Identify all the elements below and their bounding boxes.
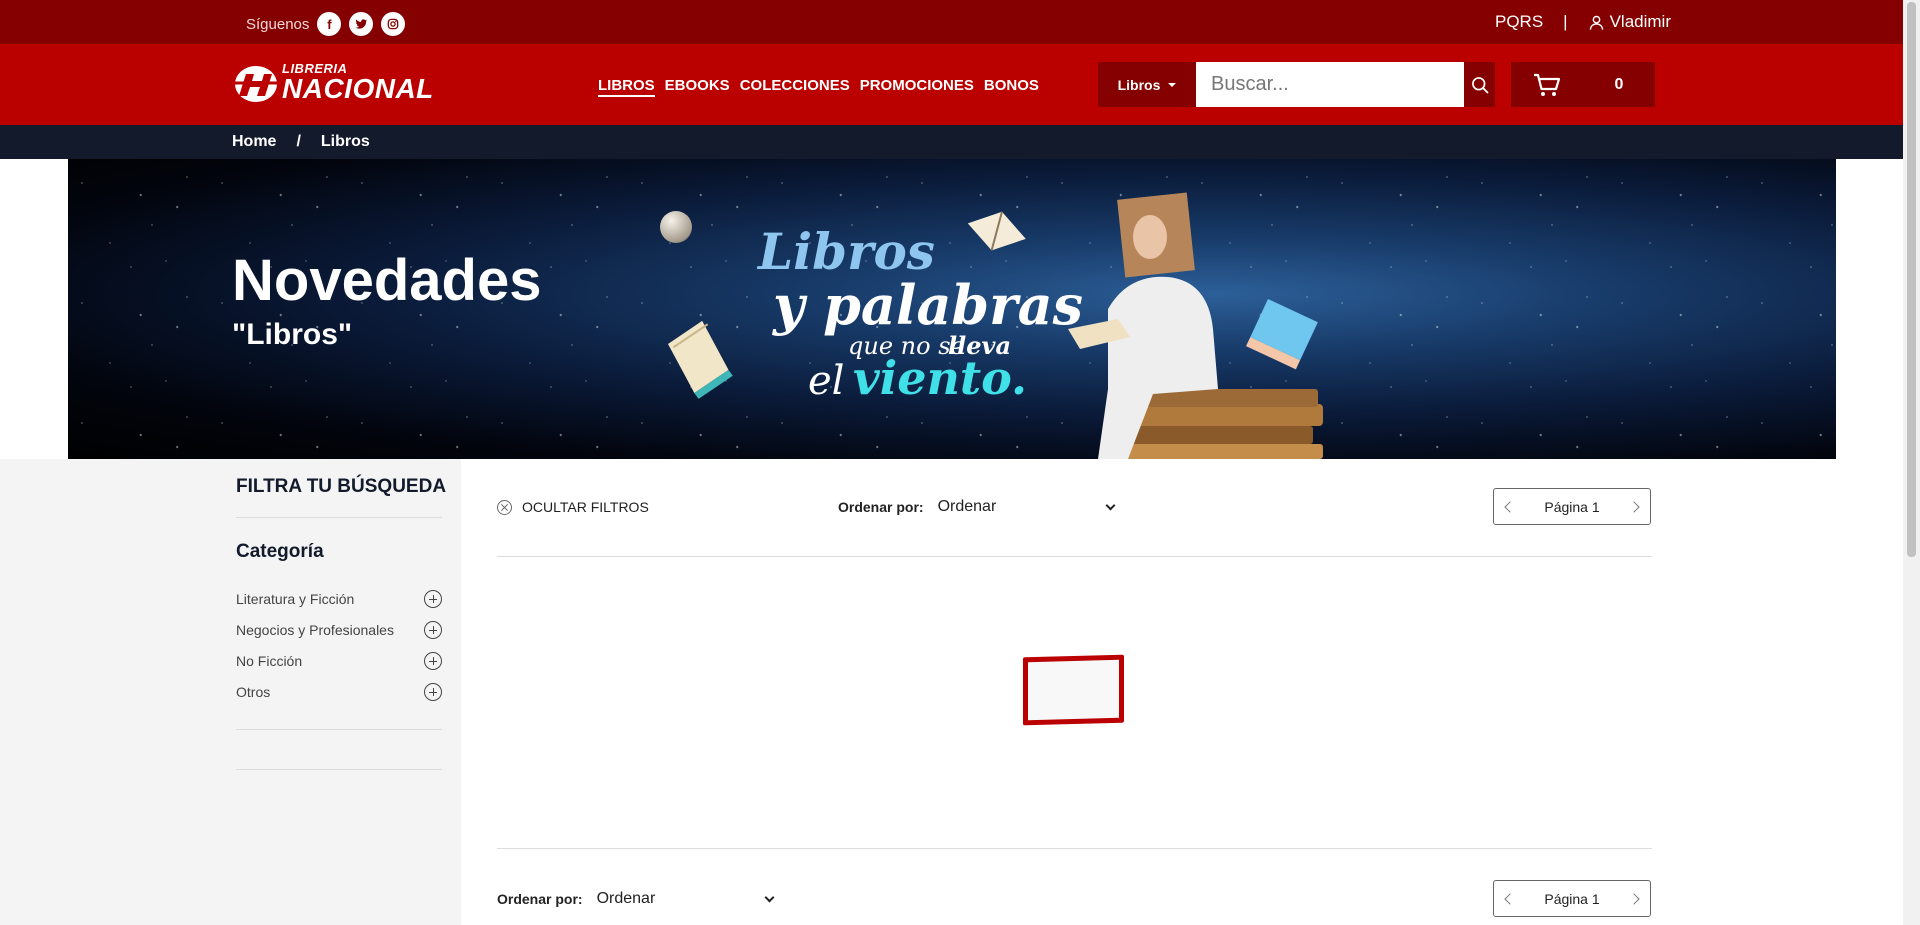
search-input[interactable] — [1196, 62, 1464, 107]
next-page-icon[interactable] — [1628, 500, 1640, 513]
pagination: Página 1 — [1493, 488, 1651, 525]
search-category-dropdown[interactable]: Libros — [1098, 62, 1196, 107]
category-label: Literatura y Ficción — [236, 591, 355, 607]
breadcrumb-current: Libros — [320, 133, 370, 150]
divider — [497, 556, 1652, 557]
page-label: Página 1 — [1544, 890, 1600, 907]
sort-control: Ordenar por: Ordenar — [838, 498, 1118, 516]
user-icon — [1589, 15, 1603, 30]
chevron-down-icon — [1105, 500, 1116, 510]
divider — [236, 769, 442, 770]
breadcrumb: Home / Libros — [0, 125, 1903, 159]
category-item[interactable]: No Ficción — [236, 652, 442, 670]
sort-label: Ordenar por: — [838, 499, 924, 515]
banner-title: Novedades — [232, 248, 542, 313]
search-icon — [1471, 76, 1488, 93]
hide-filters-button[interactable]: OCULTAR FILTROS — [497, 499, 649, 515]
category-title: Categoría — [236, 541, 324, 562]
flying-book-illustration — [668, 320, 733, 399]
nav-ebooks[interactable]: EBOOKS — [665, 77, 730, 97]
category-label: Negocios y Profesionales — [236, 622, 394, 638]
caret-down-icon — [1168, 82, 1177, 87]
search-category-label: Libros — [1117, 76, 1161, 93]
nav-bonos[interactable]: BONOS — [984, 77, 1039, 97]
twitter-icon[interactable] — [349, 12, 374, 36]
hero-banner: Libros y palabras que no se lleva el vie… — [68, 159, 1836, 459]
flying-book-illustration — [967, 211, 1026, 251]
divider — [236, 729, 442, 730]
user-name: Vladimir — [1609, 12, 1671, 31]
top-links: PQRS | Vladimir — [1495, 12, 1671, 32]
sort-value: Ordenar — [937, 498, 997, 515]
breadcrumb-separator: / — [296, 133, 301, 150]
main-nav: LIBROS EBOOKS COLECCIONES PROMOCIONES BO… — [598, 77, 1039, 97]
category-label: No Ficción — [236, 653, 303, 669]
sort-label: Ordenar por: — [497, 891, 583, 907]
logo-big-text: NACIONAL — [282, 73, 434, 104]
separator: | — [1563, 12, 1568, 31]
cart-count: 0 — [1614, 75, 1624, 93]
nav-colecciones[interactable]: COLECCIONES — [740, 77, 850, 97]
loading-spinner — [1023, 654, 1124, 726]
category-item[interactable]: Literatura y Ficción — [236, 590, 442, 608]
filter-title: FILTRA TU BÚSQUEDA — [236, 476, 447, 497]
pagination-bottom: Página 1 — [1493, 880, 1651, 917]
page-label: Página 1 — [1544, 498, 1600, 515]
art-text-y-palabras: y palabras — [772, 273, 1083, 337]
instagram-icon[interactable] — [381, 12, 406, 36]
art-text-viento: viento. — [853, 351, 1027, 405]
category-label: Otros — [236, 684, 271, 700]
nav-promociones[interactable]: PROMOCIONES — [860, 77, 974, 97]
sort-value: Ordenar — [596, 890, 656, 907]
breadcrumb-home[interactable]: Home — [232, 133, 276, 151]
category-item[interactable]: Negocios y Profesionales — [236, 621, 442, 639]
page-scrollbar[interactable] — [1903, 0, 1920, 925]
follow-label: Síguenos — [246, 15, 310, 33]
page: Síguenos f PQRS | Vladimir LIBRERIA NACI… — [0, 0, 1920, 925]
nav-libros[interactable]: LIBROS — [598, 77, 655, 97]
main-header: LIBRERIA NACIONAL LIBROS EBOOKS COLECCIO… — [0, 44, 1903, 125]
next-page-icon[interactable] — [1628, 892, 1640, 905]
close-circle-icon — [497, 499, 512, 515]
top-bar: Síguenos f PQRS | Vladimir — [0, 0, 1903, 44]
sort-select[interactable]: Ordenar — [597, 890, 777, 908]
social-follow: Síguenos f — [246, 12, 406, 36]
category-item[interactable]: Otros — [236, 683, 442, 701]
expand-plus-icon[interactable] — [424, 590, 442, 608]
flying-book-illustration — [1246, 299, 1318, 370]
hide-filters-label: OCULTAR FILTROS — [522, 499, 649, 515]
facebook-icon[interactable]: f — [317, 12, 342, 36]
art-text-el: el — [808, 358, 844, 404]
expand-plus-icon[interactable] — [424, 621, 442, 639]
chevron-down-icon — [764, 892, 775, 902]
logo[interactable]: LIBRERIA NACIONAL — [232, 62, 434, 103]
scrollbar-thumb[interactable] — [1907, 2, 1916, 557]
cart-icon — [1534, 73, 1561, 96]
pqrs-link[interactable]: PQRS — [1495, 12, 1543, 32]
sort-select[interactable]: Ordenar — [938, 498, 1118, 516]
divider — [236, 517, 442, 518]
user-account-link[interactable]: Vladimir — [1588, 12, 1671, 32]
divider — [497, 848, 1652, 849]
banner-subtitle: "Libros" — [232, 318, 353, 351]
search-button[interactable] — [1464, 62, 1495, 107]
logo-mark-icon — [234, 65, 284, 102]
expand-plus-icon[interactable] — [424, 683, 442, 701]
sort-control-bottom: Ordenar por: Ordenar — [497, 890, 777, 908]
expand-plus-icon[interactable] — [424, 652, 442, 670]
cart-button[interactable]: 0 — [1511, 62, 1655, 107]
prev-page-icon[interactable] — [1504, 500, 1516, 513]
prev-page-icon[interactable] — [1504, 892, 1516, 905]
